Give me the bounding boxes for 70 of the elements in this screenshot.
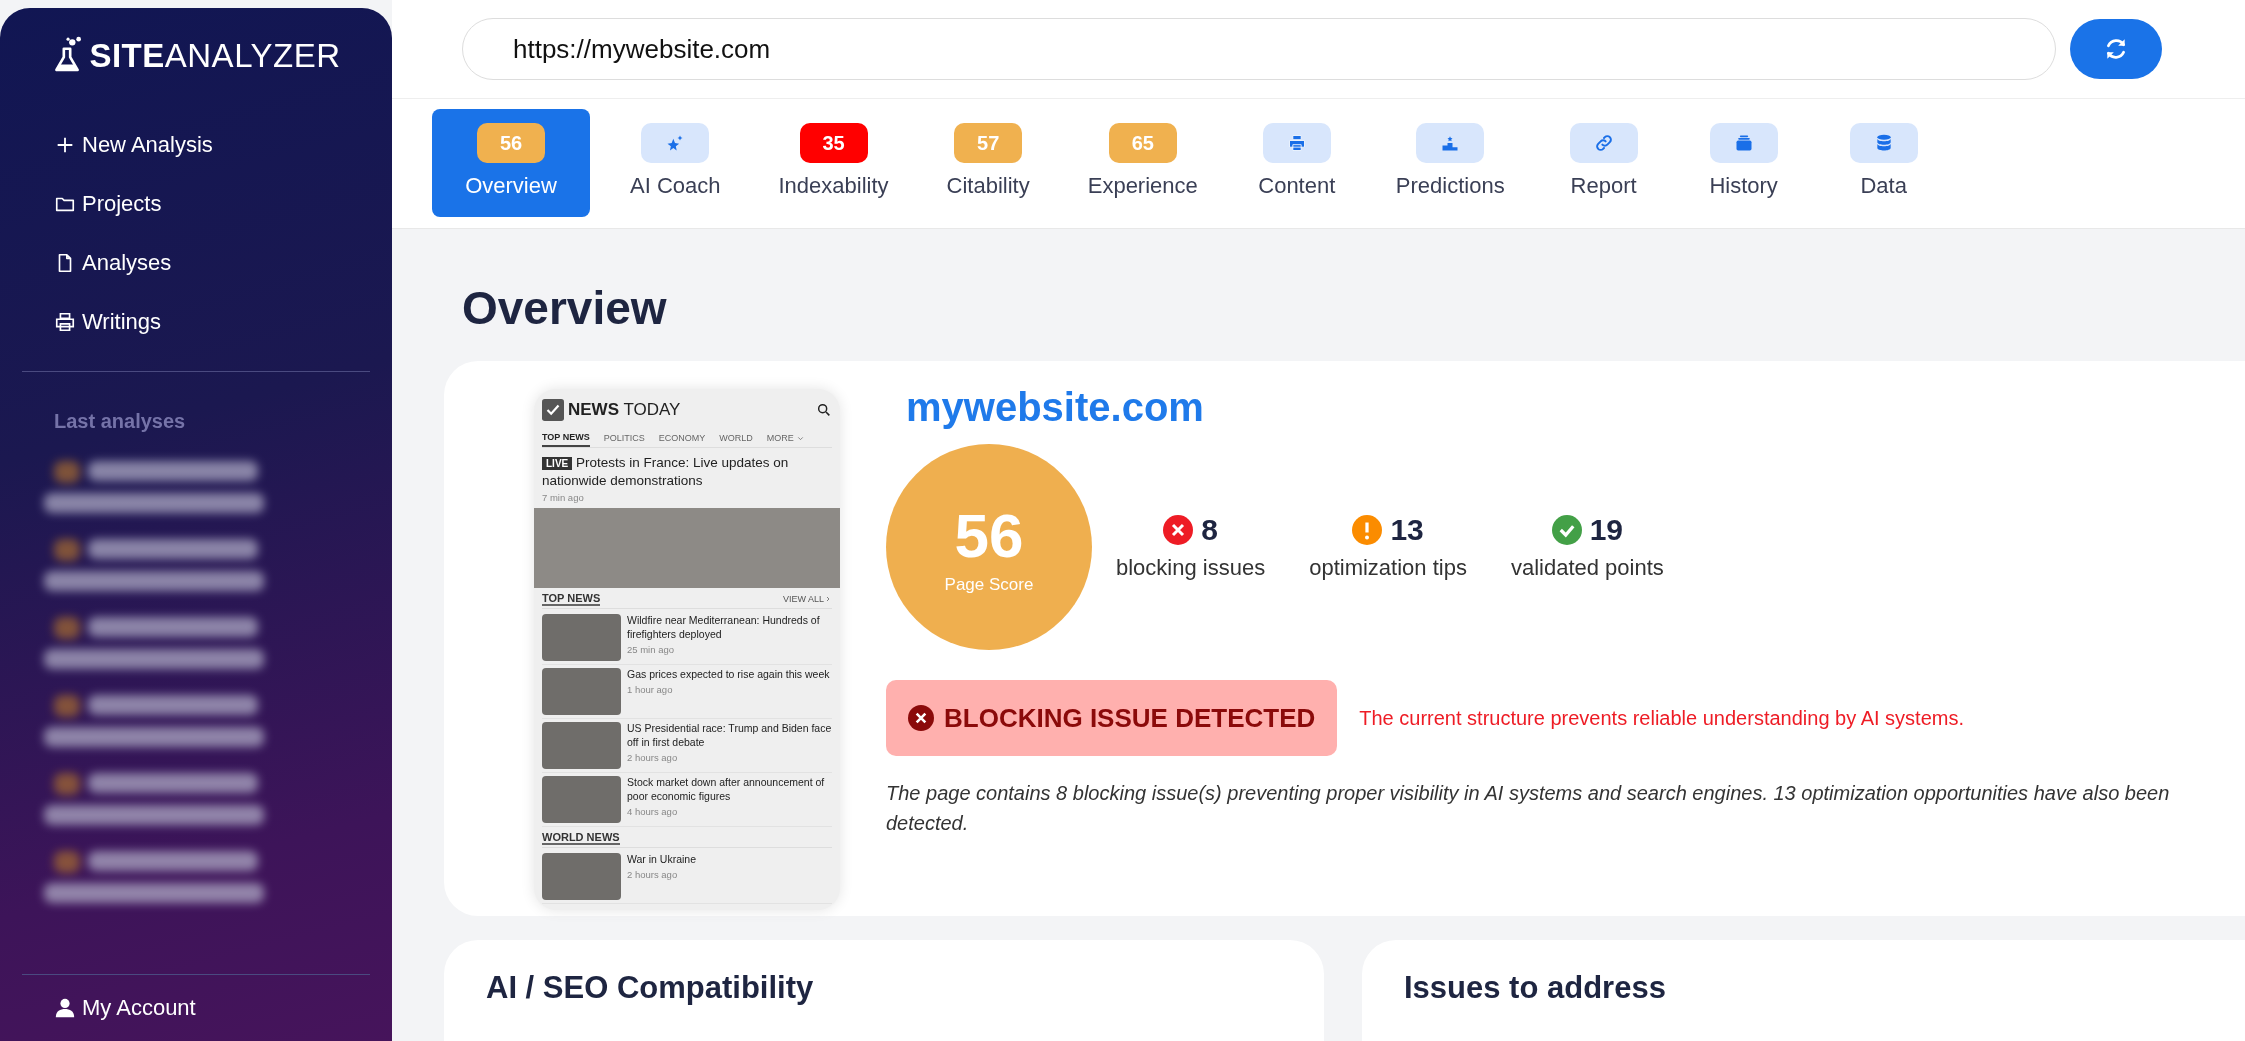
tab[interactable]: AI Coach	[612, 109, 739, 217]
site-domain: mywebsite.com	[906, 385, 1205, 430]
alert-message: The current structure prevents reliable understanding by AI systems.	[1359, 706, 1964, 730]
score-badge: 57	[954, 123, 1023, 163]
stat-label: optimization tips	[1309, 555, 1467, 581]
timestamp: 2 hours ago	[627, 751, 679, 763]
timestamp: 25 min ago	[627, 643, 675, 655]
timestamp: 4 hours ago	[627, 805, 679, 817]
category-tab[interactable]: TOP NEWS	[542, 429, 590, 447]
category-tab[interactable]: ECONOMY	[658, 429, 706, 447]
nav-link[interactable]: Writings	[54, 303, 370, 341]
exclamation-circle-icon	[1352, 515, 1383, 545]
timestamp: 7 min ago	[542, 492, 585, 504]
account-link[interactable]: My Account	[54, 989, 370, 1027]
section-heading: WORLD NEWS	[542, 831, 620, 846]
alert-banner: BLOCKING ISSUE DETECTED	[886, 680, 1338, 756]
search-icon	[816, 402, 832, 418]
view-all-link[interactable]: VIEW ALL	[782, 594, 832, 605]
news-logo: NEWS TODAY	[568, 400, 682, 420]
refresh-button[interactable]	[2070, 19, 2162, 79]
score-label: Page Score	[944, 574, 1034, 595]
timestamp: 2 hours ago	[627, 869, 679, 881]
story-title[interactable]: War in Ukraine	[627, 853, 697, 868]
stat-value: 19	[1589, 513, 1624, 547]
headline[interactable]: LIVE Protests in France: Live updates on nationwide demonstrations	[542, 454, 832, 491]
nav-link[interactable]: New Analysis	[54, 126, 370, 164]
score-value: 56	[954, 499, 1024, 571]
tab[interactable]: 35 Indexability	[760, 109, 907, 217]
story-title[interactable]: Wildfire near Mediterranean: Hundreds of firefighters deployed	[627, 614, 832, 642]
stat-value: 13	[1390, 513, 1424, 547]
printer-icon	[54, 311, 76, 333]
link-icon	[1593, 133, 1614, 153]
category-tab[interactable]: MORE	[766, 429, 805, 447]
printer-icon	[1286, 133, 1307, 153]
stat-label: blocking issues	[1116, 555, 1266, 581]
tab[interactable]: History	[1684, 109, 1803, 217]
check-circle-icon	[1551, 515, 1582, 545]
score-badge: 56	[477, 123, 545, 163]
x-circle-icon	[1163, 515, 1194, 545]
panel-title: AI / SEO Compatibility	[486, 970, 815, 1006]
category-tab[interactable]: WORLD	[719, 429, 753, 447]
chevron-right-icon	[824, 595, 832, 604]
summary-text: The page contains 8 blocking issue(s) preventing proper visibility in AI systems and search engines. 13 optimization opportunities have also been detected.	[886, 781, 2171, 836]
story-title[interactable]: Stock market down after announcement of poor economic figures	[627, 776, 832, 804]
score-badge: 65	[1108, 123, 1177, 163]
stat-value: 8	[1201, 513, 1218, 547]
nav-link[interactable]: Projects	[54, 185, 370, 223]
url-field[interactable]: https://mywebsite.com	[462, 18, 2056, 80]
person-icon	[54, 997, 76, 1019]
section-title: Last analyses	[54, 410, 187, 433]
tab[interactable]: Report	[1544, 109, 1663, 217]
tab[interactable]: Predictions	[1377, 109, 1523, 217]
tab[interactable]: 57 Citability	[928, 109, 1048, 217]
timestamp: 1 hour ago	[627, 684, 674, 696]
checkbox-logo-icon	[542, 399, 564, 421]
tab[interactable]: 65 Experience	[1069, 109, 1216, 217]
story-title[interactable]: Gas prices expected to rise again this week	[627, 668, 830, 683]
nav-link[interactable]: Analyses	[54, 244, 370, 282]
section-heading: TOP NEWS	[542, 592, 601, 607]
category-tab[interactable]: POLITICS	[603, 429, 645, 447]
x-circle-icon	[908, 705, 934, 731]
page-title: Overview	[462, 281, 668, 335]
tab[interactable]: Content	[1237, 109, 1356, 217]
score-badge: 35	[799, 123, 868, 163]
panel-title: Issues to address	[1404, 970, 1667, 1006]
story-title[interactable]: US Presidential race: Trump and Biden face off in first debate	[627, 722, 832, 750]
tab[interactable]: Data	[1824, 109, 1943, 217]
stat-label: validated points	[1510, 555, 1664, 581]
app-logo: SITEANALYZER	[89, 37, 341, 75]
tab[interactable]: 56 Overview	[432, 109, 590, 217]
